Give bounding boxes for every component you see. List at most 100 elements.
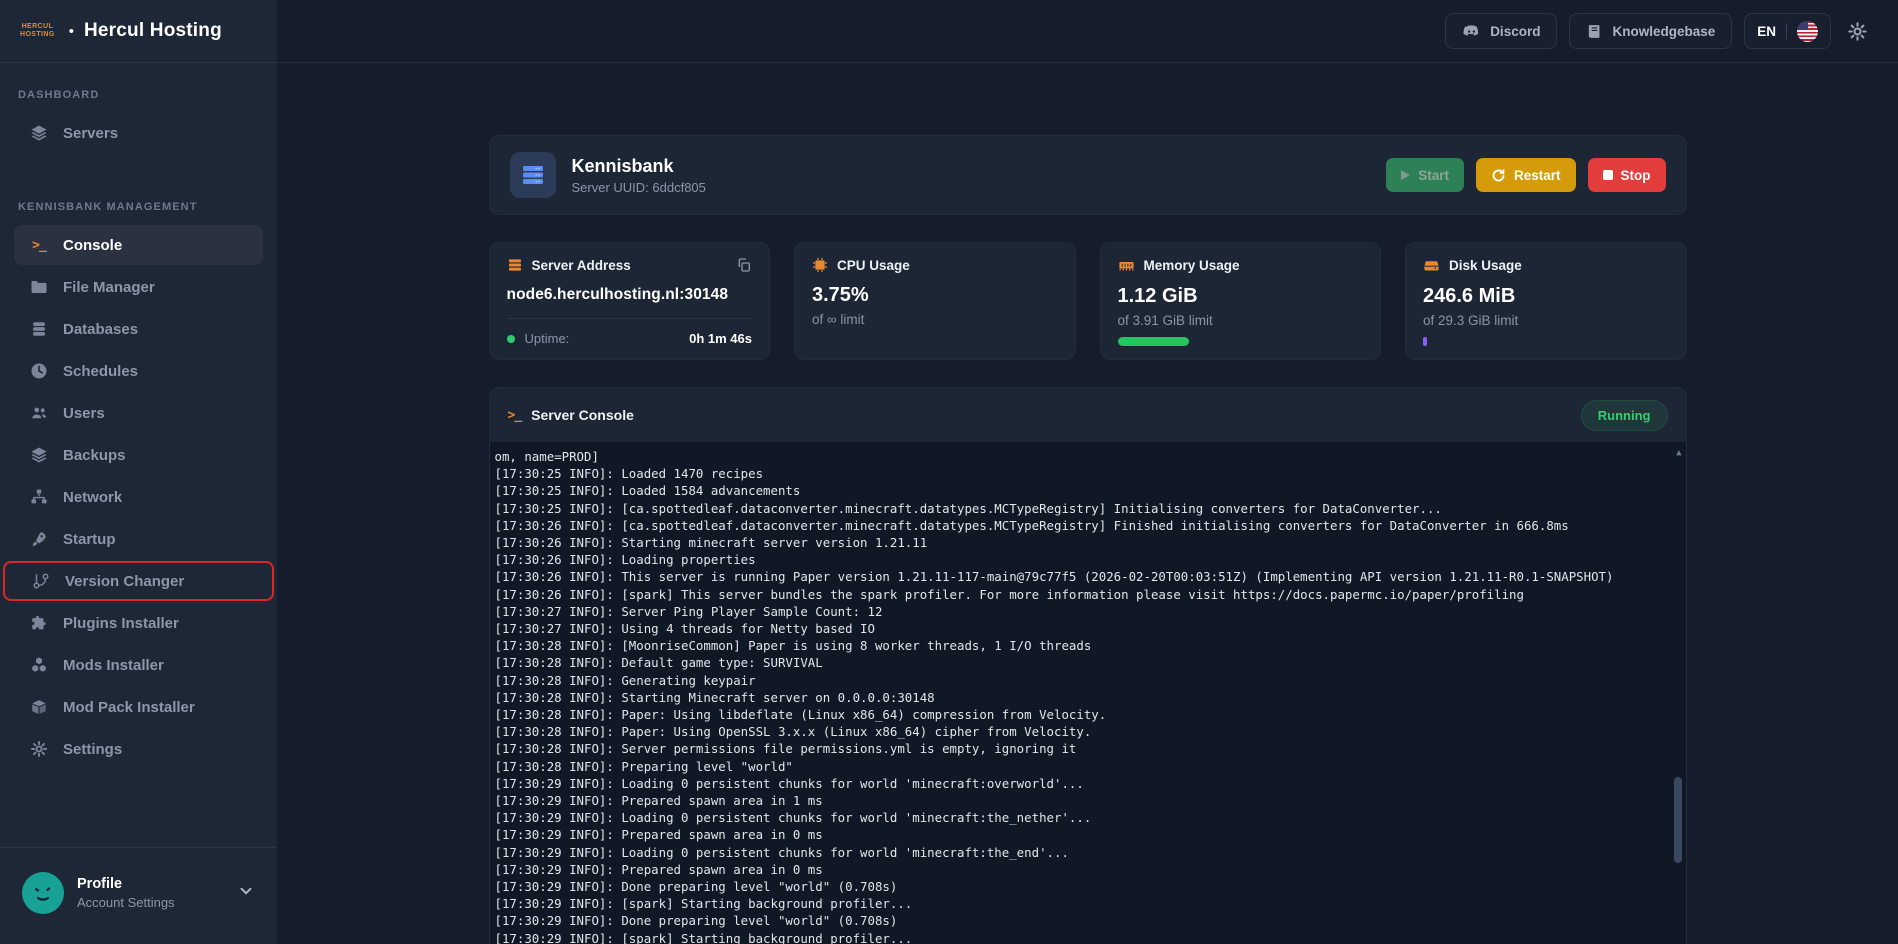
rocket-icon — [30, 530, 48, 548]
console-log-line: [17:30:29 INFO]: Loading 0 persistent ch… — [495, 844, 1660, 861]
console-title: Server Console — [531, 407, 1571, 423]
start-button[interactable]: Start — [1386, 158, 1464, 192]
sidebar-item-users[interactable]: Users — [14, 393, 263, 433]
layers-icon — [30, 446, 48, 464]
sidebar-item-databases[interactable]: Databases — [14, 309, 263, 349]
console-log-line: [17:30:27 INFO]: Using 4 threads for Net… — [495, 620, 1660, 637]
disk-usage-card: Disk Usage 246.6 MiB of 29.3 GiB limit — [1405, 242, 1687, 360]
language-code: EN — [1757, 24, 1776, 39]
cpu-usage-card: CPU Usage 3.75% of ∞ limit — [794, 242, 1076, 360]
clock-icon — [30, 362, 48, 380]
server-name: Kennisbank — [572, 156, 1371, 177]
profile-button[interactable]: Profile Account Settings — [0, 847, 277, 944]
restart-button[interactable]: Restart — [1476, 158, 1576, 192]
network-icon — [30, 488, 48, 506]
database-icon — [30, 320, 48, 338]
console-log-line: [17:30:29 INFO]: Loading 0 persistent ch… — [495, 775, 1660, 792]
knowledgebase-button[interactable]: Knowledgebase — [1569, 13, 1732, 49]
sidebar-item-file-manager[interactable]: File Manager — [14, 267, 263, 307]
open-box-icon — [30, 698, 48, 716]
sidebar-item-label: Backups — [63, 447, 126, 464]
sidebar-item-label: Startup — [63, 531, 116, 548]
disk-icon — [1423, 257, 1440, 274]
scroll-up-arrow-icon[interactable]: ▲ — [1676, 445, 1681, 462]
sidebar-item-mod-pack-installer[interactable]: Mod Pack Installer — [14, 687, 263, 727]
server-address-icon — [507, 257, 523, 273]
disk-limit: of 29.3 GiB limit — [1423, 313, 1669, 328]
sidebar-item-label: Mod Pack Installer — [63, 699, 195, 716]
console-log-line: [17:30:28 INFO]: Starting Minecraft serv… — [495, 689, 1660, 706]
layers-icon — [30, 124, 48, 142]
folder-icon — [30, 278, 48, 296]
profile-title: Profile — [77, 876, 224, 892]
sidebar-item-label: Network — [63, 489, 122, 506]
sidebar-section-dashboard: DASHBOARD — [18, 89, 277, 101]
cpu-value: 3.75% — [812, 284, 1058, 307]
memory-usage-card: Memory Usage 1.12 GiB of 3.91 GiB limit — [1100, 242, 1382, 360]
console-log-line: [17:30:25 INFO]: Loaded 1470 recipes — [495, 465, 1660, 482]
server-uuid: Server UUID: 6ddcf805 — [572, 180, 1371, 195]
console-log-line: [17:30:26 INFO]: Loading properties — [495, 551, 1660, 568]
discord-icon — [1462, 22, 1481, 41]
sidebar-item-label: Version Changer — [65, 573, 184, 590]
sidebar-item-startup[interactable]: Startup — [14, 519, 263, 559]
start-label: Start — [1418, 168, 1449, 183]
brand-logo-icon: HERCUL HOSTING — [20, 23, 55, 39]
main-content: Kennisbank Server UUID: 6ddcf805 Start R… — [277, 63, 1898, 944]
console-scrollbar-thumb[interactable] — [1674, 777, 1682, 863]
console-log-line: [17:30:29 INFO]: Loading 0 persistent ch… — [495, 809, 1660, 826]
server-rack-icon — [510, 152, 556, 198]
sidebar-item-console[interactable]: >_ Console — [14, 225, 263, 265]
uptime-label: Uptime: — [525, 331, 680, 346]
console-log-line: [17:30:28 INFO]: Generating keypair — [495, 672, 1660, 689]
console-log-line: [17:30:26 INFO]: This server is running … — [495, 568, 1660, 585]
sidebar-item-label: Servers — [63, 125, 118, 142]
server-console-card: >_ Server Console Running om, name=PROD]… — [489, 387, 1687, 944]
sidebar-nav: DASHBOARD Servers KENNISBANK MANAGEMENT … — [0, 63, 277, 847]
stop-icon — [1603, 170, 1613, 180]
disk-title: Disk Usage — [1449, 258, 1669, 273]
sidebar-section-management: KENNISBANK MANAGEMENT — [18, 201, 277, 213]
console-log-line: [17:30:25 INFO]: [ca.spottedleaf.datacon… — [495, 500, 1660, 517]
server-header-card: Kennisbank Server UUID: 6ddcf805 Start R… — [489, 135, 1687, 215]
console-log-line: [17:30:25 INFO]: Loaded 1584 advancement… — [495, 482, 1660, 499]
sidebar-item-schedules[interactable]: Schedules — [14, 351, 263, 391]
memory-progress-bar — [1118, 337, 1189, 346]
memory-progress-track — [1118, 337, 1364, 346]
stats-row: Server Address node6.herculhosting.nl:30… — [489, 242, 1687, 360]
console-log-line: [17:30:29 INFO]: Prepared spawn area in … — [495, 792, 1660, 809]
console-log-line: [17:30:28 INFO]: Paper: Using libdeflate… — [495, 706, 1660, 723]
server-address-title: Server Address — [532, 258, 728, 273]
copy-icon[interactable] — [736, 257, 752, 273]
brand-bullet: • — [69, 23, 74, 40]
brand-logo-line2: HOSTING — [20, 31, 55, 39]
console-log-line: [17:30:29 INFO]: Done preparing level "w… — [495, 878, 1660, 895]
language-button[interactable]: EN — [1744, 13, 1831, 49]
sidebar-item-servers[interactable]: Servers — [14, 113, 263, 153]
disk-progress-bar — [1423, 337, 1427, 346]
knowledgebase-label: Knowledgebase — [1612, 24, 1715, 39]
puzzle-icon — [30, 614, 48, 632]
sidebar-item-backups[interactable]: Backups — [14, 435, 263, 475]
server-address-value: node6.herculhosting.nl:30148 — [507, 286, 753, 304]
settings-gear-button[interactable] — [1843, 17, 1872, 46]
sidebar-item-version-changer[interactable]: Version Changer — [3, 561, 274, 601]
sidebar-item-network[interactable]: Network — [14, 477, 263, 517]
sidebar-item-plugins-installer[interactable]: Plugins Installer — [14, 603, 263, 643]
memory-limit: of 3.91 GiB limit — [1118, 313, 1364, 328]
sidebar-item-settings[interactable]: Settings — [14, 729, 263, 769]
avatar — [22, 872, 64, 914]
disk-value: 246.6 MiB — [1423, 285, 1669, 308]
console-log-line: [17:30:26 INFO]: Starting minecraft serv… — [495, 534, 1660, 551]
console-log-line: [17:30:28 INFO]: Paper: Using OpenSSL 3.… — [495, 723, 1660, 740]
divider — [507, 318, 753, 319]
console-log[interactable]: om, name=PROD][17:30:25 INFO]: Loaded 14… — [490, 442, 1686, 944]
restart-icon — [1491, 168, 1506, 183]
discord-button[interactable]: Discord — [1445, 13, 1557, 49]
sidebar-item-mods-installer[interactable]: Mods Installer — [14, 645, 263, 685]
brand[interactable]: HERCUL HOSTING • Hercul Hosting — [0, 0, 277, 63]
us-flag-icon — [1797, 21, 1818, 42]
console-log-line: [17:30:29 INFO]: [spark] Starting backgr… — [495, 930, 1660, 944]
memory-title: Memory Usage — [1144, 258, 1364, 273]
stop-button[interactable]: Stop — [1588, 158, 1666, 192]
